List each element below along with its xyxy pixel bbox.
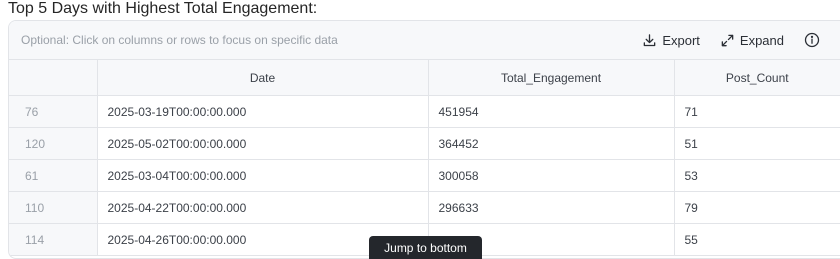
download-icon [644, 33, 656, 46]
date-cell[interactable]: 2025-03-04T00:00:00.000 [97, 159, 429, 192]
date-cell[interactable]: 2025-03-19T00:00:00.000 [97, 95, 429, 128]
post-count-cell[interactable]: 51 [674, 127, 840, 160]
total-engagement-cell[interactable]: 451954 [428, 95, 675, 128]
post-count-cell[interactable]: 55 [674, 223, 840, 256]
column-header-post-count[interactable]: Post_Count [674, 60, 840, 96]
dataframe-viewer: Optional: Click on columns or rows to fo… [8, 20, 840, 259]
total-engagement-cell[interactable]: 364452 [428, 127, 675, 160]
table-row[interactable]: 61 2025-03-04T00:00:00.000 300058 53 [9, 159, 840, 192]
post-count-cell[interactable]: 71 [674, 95, 840, 128]
post-count-cell[interactable]: 53 [674, 159, 840, 192]
expand-label: Expand [739, 32, 784, 48]
data-table: Date Total_Engagement Post_Count 76 2025… [9, 60, 840, 256]
row-index-cell[interactable]: 76 [9, 95, 98, 128]
header-row: Date Total_Engagement Post_Count [9, 60, 840, 96]
row-index-cell[interactable]: 120 [9, 127, 98, 160]
table-row[interactable]: 120 2025-05-02T00:00:00.000 364452 51 [9, 127, 840, 160]
row-index-cell[interactable]: 110 [9, 191, 98, 224]
expand-arrows-icon [721, 34, 734, 46]
info-icon [804, 32, 820, 48]
column-header-total-engagement[interactable]: Total_Engagement [428, 60, 675, 96]
table-row[interactable]: 110 2025-04-22T00:00:00.000 296633 79 [9, 191, 840, 224]
post-count-cell[interactable]: 79 [674, 191, 840, 224]
table-row[interactable]: 76 2025-03-19T00:00:00.000 451954 71 [9, 95, 840, 128]
row-index-cell[interactable]: 61 [9, 159, 98, 192]
expand-button[interactable]: Expand [720, 33, 784, 48]
total-engagement-cell[interactable]: 300058 [428, 159, 675, 192]
total-engagement-cell[interactable]: 296633 [428, 191, 675, 224]
row-index-cell[interactable]: 114 [9, 223, 98, 256]
jump-to-bottom-button[interactable]: Jump to bottom [369, 236, 482, 259]
focus-hint-text: Optional: Click on columns or rows to fo… [21, 33, 338, 47]
date-cell[interactable]: 2025-05-02T00:00:00.000 [97, 127, 429, 160]
export-label: Export [662, 32, 700, 48]
output-title: Top 5 Days with Highest Total Engagement… [8, 0, 318, 17]
column-header-date[interactable]: Date [97, 60, 429, 96]
column-header-index[interactable] [9, 60, 98, 96]
date-cell[interactable]: 2025-04-22T00:00:00.000 [97, 191, 429, 224]
dataframe-toolbar: Optional: Click on columns or rows to fo… [9, 21, 840, 60]
export-button[interactable]: Export [642, 33, 700, 48]
info-button[interactable] [804, 32, 820, 48]
